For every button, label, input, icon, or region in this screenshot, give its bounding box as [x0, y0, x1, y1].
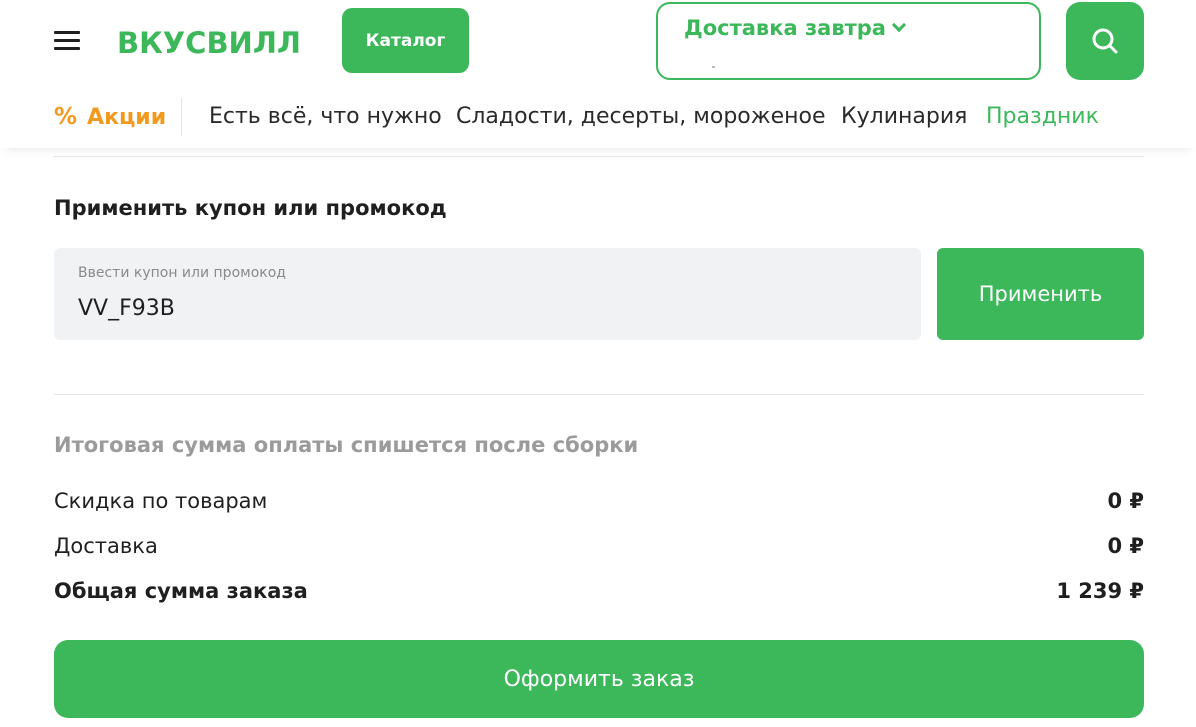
nav-item-promo[interactable]: % Акции	[54, 104, 166, 130]
divider	[54, 156, 1144, 157]
coupon-input-value[interactable]: VV_F93B	[78, 296, 175, 321]
apply-coupon-button[interactable]: Применить	[937, 248, 1144, 340]
site-header: ВКУСВИЛЛ Каталог Доставка завтра	[0, 0, 1196, 86]
delivery-cost-label: Доставка	[54, 534, 158, 558]
coupon-input[interactable]: Ввести купон или промокод VV_F93B	[54, 248, 921, 340]
order-total-value: 1 239 ₽	[1056, 579, 1144, 603]
delivery-cost-value: 0 ₽	[1107, 534, 1144, 558]
nav-promo-label: Акции	[87, 105, 167, 130]
order-total-label: Общая сумма заказа	[54, 579, 308, 603]
search-button[interactable]	[1066, 2, 1144, 80]
hamburger-icon[interactable]	[54, 30, 80, 52]
search-icon	[1092, 28, 1118, 54]
nav-item-sweets[interactable]: Сладости, десерты, мороженое	[456, 104, 826, 129]
nav-item-everything[interactable]: Есть всё, что нужно	[209, 104, 442, 129]
summary-note: Итоговая сумма оплаты спишется после сбо…	[54, 433, 639, 457]
category-nav: % Акции Есть всё, что нужно Сладости, дес…	[0, 86, 1196, 148]
checkout-button[interactable]: Оформить заказ	[54, 640, 1144, 718]
delivery-address	[712, 66, 715, 68]
percent-icon: %	[54, 104, 78, 130]
delivery-label: Доставка завтра	[684, 16, 907, 40]
nav-divider	[181, 98, 182, 136]
coupon-input-label: Ввести купон или промокод	[78, 265, 286, 281]
nav-item-culinary[interactable]: Кулинария	[841, 104, 967, 129]
discount-value: 0 ₽	[1107, 489, 1144, 513]
divider	[54, 394, 1144, 395]
coupon-title: Применить купон или промокод	[54, 196, 447, 220]
chevron-down-icon	[891, 17, 907, 33]
brand-logo[interactable]: ВКУСВИЛЛ	[117, 26, 301, 60]
catalog-button[interactable]: Каталог	[342, 8, 469, 73]
discount-label: Скидка по товарам	[54, 489, 268, 513]
delivery-selector[interactable]: Доставка завтра	[656, 2, 1041, 80]
nav-item-holiday[interactable]: Праздник	[986, 104, 1099, 129]
